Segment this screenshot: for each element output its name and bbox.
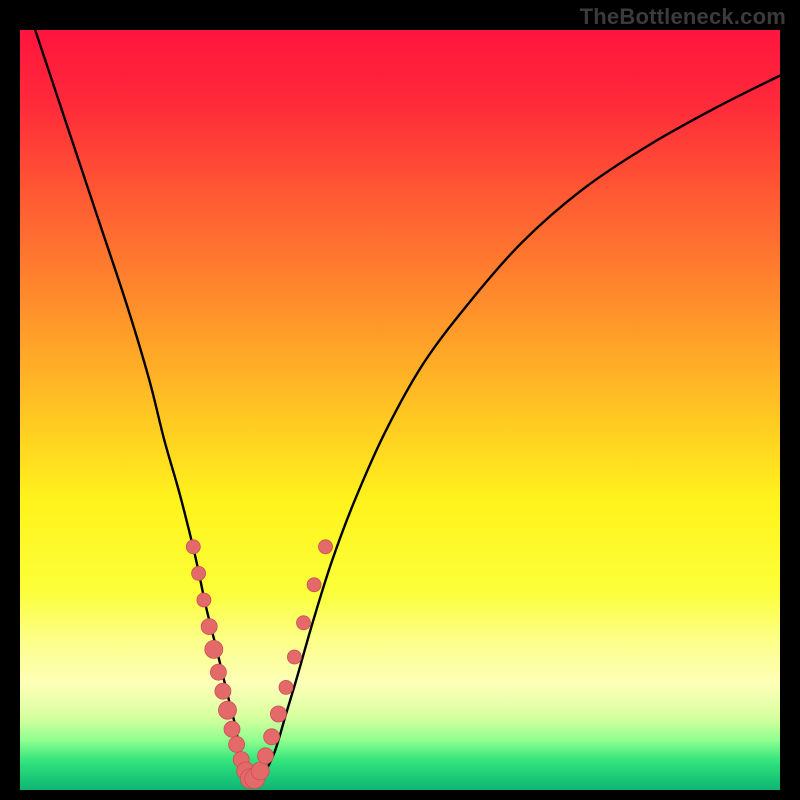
sample-dot xyxy=(319,540,333,554)
sample-dot xyxy=(287,650,301,664)
sample-dot xyxy=(270,706,286,722)
sample-dot xyxy=(224,721,240,737)
sample-dot xyxy=(307,578,321,592)
bottleneck-chart xyxy=(20,30,780,790)
sample-dot xyxy=(210,664,226,680)
sample-dot xyxy=(297,616,311,630)
sample-dot xyxy=(201,619,217,635)
sample-dot xyxy=(197,593,211,607)
sample-dot xyxy=(279,680,293,694)
sample-dot xyxy=(251,762,269,780)
sample-dot xyxy=(219,701,237,719)
sample-dot xyxy=(192,566,206,580)
watermark-text: TheBottleneck.com xyxy=(580,4,786,30)
sample-dot xyxy=(205,640,223,658)
sample-dot xyxy=(229,736,245,752)
sample-dot xyxy=(186,540,200,554)
sample-dot xyxy=(215,683,231,699)
sample-dot xyxy=(258,748,274,764)
gradient-background xyxy=(20,30,780,790)
sample-dot xyxy=(264,729,280,745)
